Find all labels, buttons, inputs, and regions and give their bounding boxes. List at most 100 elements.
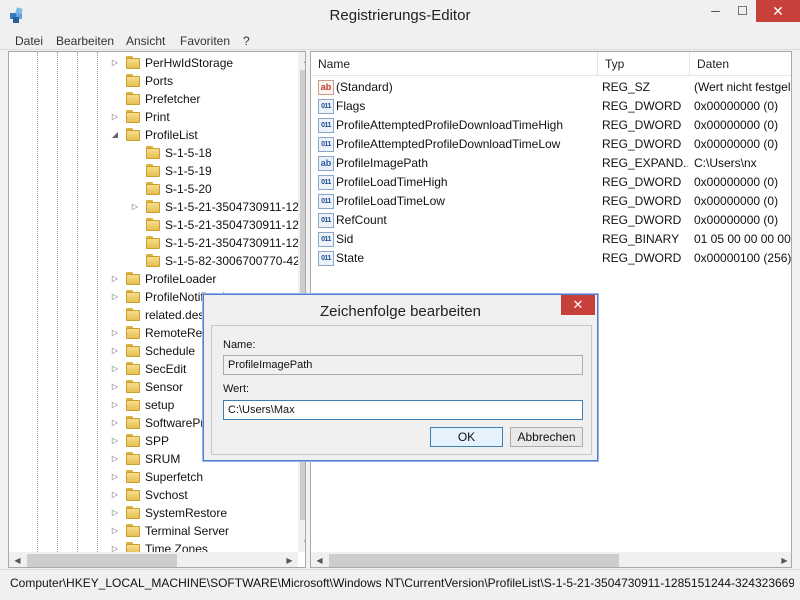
maximize-button[interactable]: ☐ bbox=[729, 0, 756, 22]
tree-item[interactable]: ▷ Terminal Server bbox=[9, 522, 298, 540]
expand-arrow-icon bbox=[130, 234, 140, 252]
expand-arrow-icon[interactable]: ▷ bbox=[110, 522, 120, 540]
folder-icon bbox=[145, 164, 161, 178]
menu-bar: Datei Bearbeiten Ansicht Favoriten ? bbox=[0, 32, 800, 50]
menu-favoriten[interactable]: Favoriten bbox=[180, 34, 230, 48]
tree-item[interactable]: ▷ Superfetch bbox=[9, 468, 298, 486]
tree-item[interactable]: S-1-5-21-3504730911-12 bbox=[9, 234, 299, 252]
tree-item[interactable]: ▷ Print bbox=[9, 108, 298, 126]
tree-horizontal-scrollbar[interactable]: ◀ ▶ bbox=[9, 552, 298, 567]
value-name: ProfileLoadTimeHigh bbox=[336, 175, 448, 189]
expand-arrow-icon[interactable]: ▷ bbox=[110, 486, 120, 504]
name-label: Name: bbox=[223, 339, 256, 351]
folder-icon bbox=[125, 290, 141, 304]
expand-arrow-icon[interactable]: ▷ bbox=[110, 396, 120, 414]
close-button[interactable]: ✕ bbox=[756, 0, 800, 22]
value-row[interactable]: 011 Sid REG_BINARY 01 05 00 00 00 00 0 bbox=[311, 230, 791, 249]
expand-arrow-icon[interactable]: ▷ bbox=[110, 54, 120, 72]
expand-arrow-icon[interactable]: ▷ bbox=[110, 108, 120, 126]
tree-item[interactable]: ▷ ProfileLoader bbox=[9, 270, 298, 288]
tree-item-label: S-1-5-20 bbox=[165, 182, 212, 196]
ok-button[interactable]: OK bbox=[430, 427, 503, 447]
tree-item[interactable]: ◢ ProfileList bbox=[9, 126, 298, 144]
minimize-button[interactable]: ─ bbox=[702, 0, 729, 22]
value-name: ProfileAttemptedProfileDownloadTimeLow bbox=[336, 137, 561, 151]
column-header-name[interactable]: Name bbox=[311, 52, 598, 76]
value-name: (Standard) bbox=[336, 80, 393, 94]
binary-value-icon: 011 bbox=[318, 251, 334, 266]
tree-item-label: Prefetcher bbox=[145, 92, 201, 106]
tree-item[interactable]: S-1-5-18 bbox=[9, 144, 298, 162]
column-header-type[interactable]: Typ bbox=[598, 52, 690, 76]
tree-item-label: SystemRestore bbox=[145, 506, 228, 520]
value-row[interactable]: 011 RefCount REG_DWORD 0x00000000 (0) bbox=[311, 211, 791, 230]
column-header-data[interactable]: Daten bbox=[690, 52, 791, 76]
tree-item-label: ProfileList bbox=[145, 128, 198, 142]
expand-arrow-icon[interactable]: ▷ bbox=[110, 324, 120, 342]
expand-arrow-icon bbox=[130, 216, 140, 234]
folder-icon bbox=[145, 236, 161, 250]
scroll-right-arrow-icon[interactable]: ▶ bbox=[281, 552, 298, 567]
expand-arrow-icon[interactable]: ▷ bbox=[110, 468, 120, 486]
value-row[interactable]: 011 State REG_DWORD 0x00000100 (256) bbox=[311, 249, 791, 268]
scroll-thumb[interactable] bbox=[329, 554, 619, 567]
menu-bearbeiten[interactable]: Bearbeiten bbox=[56, 34, 114, 48]
scroll-down-arrow-icon[interactable]: ▼ bbox=[298, 534, 305, 551]
tree-item[interactable]: ▷ PerHwIdStorage bbox=[9, 54, 298, 72]
collapse-arrow-icon[interactable]: ◢ bbox=[110, 126, 120, 144]
menu-ansicht[interactable]: Ansicht bbox=[126, 34, 165, 48]
expand-arrow-icon[interactable]: ▷ bbox=[130, 198, 140, 216]
scroll-left-arrow-icon[interactable]: ◀ bbox=[9, 552, 26, 567]
expand-arrow-icon[interactable]: ▷ bbox=[110, 360, 120, 378]
expand-arrow-icon[interactable]: ▷ bbox=[110, 288, 120, 306]
value-label: Wert: bbox=[223, 383, 250, 395]
tree-item[interactable]: ▷ S-1-5-21-3504730911-12 bbox=[9, 198, 299, 216]
value-data: 0x00000000 (0) bbox=[694, 118, 779, 132]
scroll-thumb[interactable] bbox=[27, 554, 177, 567]
tree-item[interactable]: ▷ SystemRestore bbox=[9, 504, 298, 522]
scroll-right-arrow-icon[interactable]: ▶ bbox=[776, 552, 791, 567]
value-data: 0x00000000 (0) bbox=[694, 137, 779, 151]
menu-datei[interactable]: Datei bbox=[15, 34, 43, 48]
expand-arrow-icon[interactable]: ▷ bbox=[110, 342, 120, 360]
value-row[interactable]: 011 ProfileAttemptedProfileDownloadTimeHi… bbox=[311, 116, 791, 135]
tree-item-label: S-1-5-82-3006700770-42 bbox=[165, 254, 300, 268]
tree-item[interactable]: S-1-5-21-3504730911-12 bbox=[9, 216, 299, 234]
tree-item-label: S-1-5-19 bbox=[165, 164, 212, 178]
dialog-close-button[interactable]: ✕ bbox=[561, 295, 595, 315]
tree-item[interactable]: S-1-5-20 bbox=[9, 180, 298, 198]
expand-arrow-icon[interactable]: ▷ bbox=[110, 504, 120, 522]
folder-icon bbox=[145, 254, 161, 268]
tree-item-label: S-1-5-18 bbox=[165, 146, 212, 160]
tree-item[interactable]: S-1-5-82-3006700770-42 bbox=[9, 252, 300, 270]
scroll-left-arrow-icon[interactable]: ◀ bbox=[311, 552, 328, 567]
tree-item[interactable]: ▷ Svchost bbox=[9, 486, 298, 504]
value-row[interactable]: ab (Standard) REG_SZ (Wert nicht festgel bbox=[311, 78, 791, 97]
value-row[interactable]: 011 ProfileAttemptedProfileDownloadTimeLo… bbox=[311, 135, 791, 154]
folder-icon bbox=[125, 92, 141, 106]
tree-item[interactable]: Ports bbox=[9, 72, 298, 90]
expand-arrow-icon[interactable]: ▷ bbox=[110, 378, 120, 396]
folder-icon bbox=[125, 110, 141, 124]
value-row[interactable]: ab ProfileImagePath REG_EXPAND... C:\Users\… bbox=[311, 154, 791, 173]
value-name: Flags bbox=[336, 99, 366, 113]
value-row[interactable]: 011 ProfileLoadTimeLow REG_DWORD 0x00000000… bbox=[311, 192, 791, 211]
status-path: Computer\HKEY_LOCAL_MACHINE\SOFTWARE\Mic… bbox=[10, 576, 794, 590]
tree-item-label: Ports bbox=[145, 74, 174, 88]
value-row[interactable]: 011 ProfileLoadTimeHigh REG_DWORD 0x0000000… bbox=[311, 173, 791, 192]
value-type: REG_DWORD bbox=[602, 251, 682, 265]
scroll-up-arrow-icon[interactable]: ▲ bbox=[298, 52, 305, 69]
tree-item[interactable]: S-1-5-19 bbox=[9, 162, 298, 180]
binary-value-icon: 011 bbox=[318, 194, 334, 209]
value-field[interactable]: C:\Users\Max bbox=[223, 400, 583, 420]
expand-arrow-icon[interactable]: ▷ bbox=[110, 270, 120, 288]
menu-help[interactable]: ? bbox=[243, 34, 250, 48]
list-horizontal-scrollbar[interactable]: ◀ ▶ bbox=[311, 552, 791, 567]
value-row[interactable]: 011 Flags REG_DWORD 0x00000000 (0) bbox=[311, 97, 791, 116]
expand-arrow-icon[interactable]: ▷ bbox=[110, 432, 120, 450]
expand-arrow-icon[interactable]: ▷ bbox=[110, 414, 120, 432]
tree-item[interactable]: Prefetcher bbox=[9, 90, 298, 108]
cancel-button[interactable]: Abbrechen bbox=[510, 427, 583, 447]
folder-icon bbox=[125, 398, 141, 412]
expand-arrow-icon[interactable]: ▷ bbox=[110, 450, 120, 468]
